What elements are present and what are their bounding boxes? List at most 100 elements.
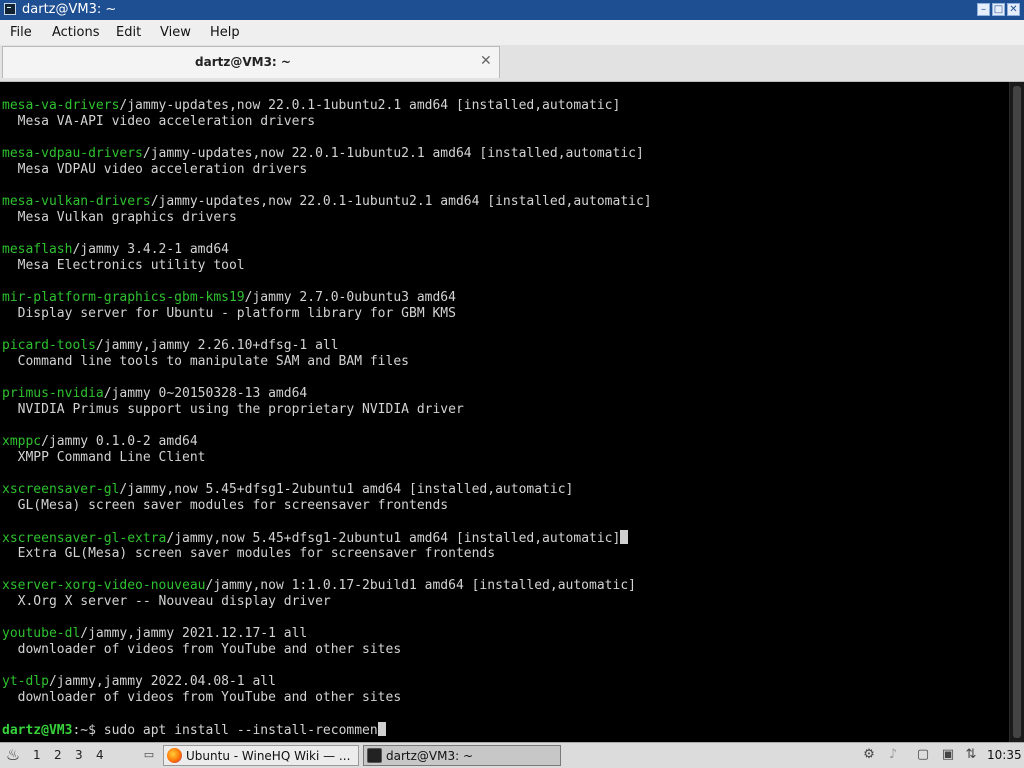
- package-name: yt-dlp: [2, 674, 49, 689]
- package-name: mesa-va-drivers: [2, 98, 120, 113]
- text-cursor: [620, 530, 629, 544]
- tab-bar: dartz@VM3: ~ ✕: [0, 45, 1024, 82]
- menu-view[interactable]: View: [160, 25, 191, 40]
- task-firefox[interactable]: Ubuntu - WineHQ Wiki — ...: [163, 745, 359, 766]
- terminal-line: mesa-va-drivers/jammy-updates,now 22.0.1…: [2, 98, 1008, 114]
- clock: 10:35: [987, 748, 1022, 762]
- terminal-line: Display server for Ubuntu - platform lib…: [2, 306, 1008, 322]
- package-description: Command line tools to manipulate SAM and…: [2, 354, 409, 369]
- menu-bar: File Actions Edit View Help: [0, 20, 1024, 45]
- package-details: /jammy-updates,now 22.0.1-1ubuntu2.1 amd…: [150, 194, 652, 209]
- menu-file[interactable]: File: [10, 25, 32, 40]
- menu-edit[interactable]: Edit: [116, 25, 141, 40]
- package-description: X.Org X server -- Nouveau display driver: [2, 594, 331, 609]
- terminal-line: xscreensaver-gl-extra/jammy,now 5.45+dfs…: [2, 530, 1008, 546]
- package-details: /jammy,now 5.45+dfsg1-2ubuntu1 amd64 [in…: [119, 482, 574, 497]
- window-title: dartz@VM3: ~: [22, 2, 117, 17]
- package-description: Display server for Ubuntu - platform lib…: [2, 306, 456, 321]
- package-name: xscreensaver-gl-extra: [2, 531, 167, 546]
- package-details: /jammy 0.1.0-2 amd64: [41, 434, 198, 449]
- package-name: mesa-vulkan-drivers: [2, 194, 151, 209]
- workspace-3[interactable]: 3: [75, 748, 83, 762]
- terminal-line: xscreensaver-gl/jammy,now 5.45+dfsg1-2ub…: [2, 482, 1008, 498]
- terminal-line: primus-nvidia/jammy 0~20150328-13 amd64: [2, 386, 1008, 402]
- terminal-line: xmppc/jammy 0.1.0-2 amd64: [2, 434, 1008, 450]
- tab-terminal[interactable]: dartz@VM3: ~ ✕: [2, 46, 500, 78]
- settings-tray-icon[interactable]: ⚙: [861, 747, 877, 763]
- terminal-app-icon: [4, 3, 16, 15]
- workspace-4[interactable]: 4: [96, 748, 104, 762]
- terminal-line: Mesa VA-API video acceleration drivers: [2, 114, 1008, 130]
- terminal-line: mir-platform-graphics-gbm-kms19/jammy 2.…: [2, 290, 1008, 306]
- package-description: GL(Mesa) screen saver modules for screen…: [2, 498, 449, 513]
- scrollbar-thumb[interactable]: [1013, 86, 1021, 738]
- task-terminal[interactable]: dartz@VM3: ~: [363, 745, 561, 766]
- menu-actions[interactable]: Actions: [52, 25, 100, 40]
- terminal-line: GL(Mesa) screen saver modules for screen…: [2, 498, 1008, 514]
- close-button[interactable]: ✕: [1007, 3, 1020, 16]
- package-description: downloader of videos from YouTube and ot…: [2, 690, 402, 705]
- clipboard-icon[interactable]: ▢: [915, 747, 931, 763]
- task-label-firefox: Ubuntu - WineHQ Wiki — ...: [186, 749, 351, 763]
- terminal-line: Extra GL(Mesa) screen saver modules for …: [2, 546, 1008, 562]
- terminal-line: Mesa Vulkan graphics drivers: [2, 210, 1008, 226]
- package-details: /jammy-updates,now 22.0.1-1ubuntu2.1 amd…: [142, 146, 644, 161]
- display-icon[interactable]: ▣: [940, 747, 956, 763]
- terminal-line: downloader of videos from YouTube and ot…: [2, 690, 1008, 706]
- package-description: downloader of videos from YouTube and ot…: [2, 642, 402, 657]
- network-icon[interactable]: ⇅: [963, 747, 979, 763]
- terminal-line: Command line tools to manipulate SAM and…: [2, 354, 1008, 370]
- window-titlebar[interactable]: dartz@VM3: ~ – □ ✕: [0, 0, 1024, 20]
- shell-prompt: dartz@VM3: [2, 723, 73, 738]
- workspace-1[interactable]: 1: [33, 748, 41, 762]
- terminal-scrollbar[interactable]: [1009, 82, 1024, 742]
- package-details: /jammy,now 5.45+dfsg1-2ubuntu1 amd64 [in…: [166, 531, 621, 546]
- terminal-line: dartz@VM3:~$ sudo apt install --install-…: [2, 722, 1008, 738]
- minimize-button[interactable]: –: [977, 3, 990, 16]
- package-name: mesaflash: [2, 242, 73, 257]
- package-details: /jammy 3.4.2-1 amd64: [72, 242, 229, 257]
- package-description: Mesa VA-API video acceleration drivers: [2, 114, 316, 129]
- terminal-view[interactable]: mesa-va-drivers/jammy-updates,now 22.0.1…: [0, 82, 1024, 742]
- package-name: xmppc: [2, 434, 42, 449]
- package-description: Mesa Electronics utility tool: [2, 258, 245, 273]
- package-details: /jammy 2.7.0-0ubuntu3 amd64: [244, 290, 456, 305]
- package-name: picard-tools: [2, 338, 96, 353]
- package-details: /jammy,jammy 2021.12.17-1 all: [80, 626, 308, 641]
- terminal-line: mesa-vdpau-drivers/jammy-updates,now 22.…: [2, 146, 1008, 162]
- volume-icon[interactable]: ♪: [885, 747, 901, 763]
- package-name: mir-platform-graphics-gbm-kms19: [2, 290, 245, 305]
- package-name: youtube-dl: [2, 626, 81, 641]
- package-description: Mesa VDPAU video acceleration drivers: [2, 162, 308, 177]
- terminal-line: Mesa Electronics utility tool: [2, 258, 1008, 274]
- command-input[interactable]: sudo apt install --install-recommen: [96, 723, 378, 738]
- package-description: Mesa Vulkan graphics drivers: [2, 210, 237, 225]
- menu-help[interactable]: Help: [210, 25, 240, 40]
- terminal-output: mesa-va-drivers/jammy-updates,now 22.0.1…: [2, 98, 1008, 738]
- package-details: /jammy,now 1:1.0.17-2build1 amd64 [insta…: [205, 578, 636, 593]
- terminal-line: mesaflash/jammy 3.4.2-1 amd64: [2, 242, 1008, 258]
- terminal-line: XMPP Command Line Client: [2, 450, 1008, 466]
- package-name: xscreensaver-gl: [2, 482, 120, 497]
- start-menu-icon[interactable]: ♨: [3, 746, 23, 764]
- package-description: Extra GL(Mesa) screen saver modules for …: [2, 546, 496, 561]
- package-description: XMPP Command Line Client: [2, 450, 206, 465]
- tab-label: dartz@VM3: ~: [195, 55, 291, 69]
- terminal-line: Mesa VDPAU video acceleration drivers: [2, 162, 1008, 178]
- show-desktop-icon[interactable]: ▭: [141, 747, 157, 763]
- terminal-line: downloader of videos from YouTube and ot…: [2, 642, 1008, 658]
- firefox-icon: [167, 748, 182, 763]
- workspace-2[interactable]: 2: [54, 748, 62, 762]
- maximize-button[interactable]: □: [992, 3, 1005, 16]
- tab-close-icon[interactable]: ✕: [480, 54, 492, 68]
